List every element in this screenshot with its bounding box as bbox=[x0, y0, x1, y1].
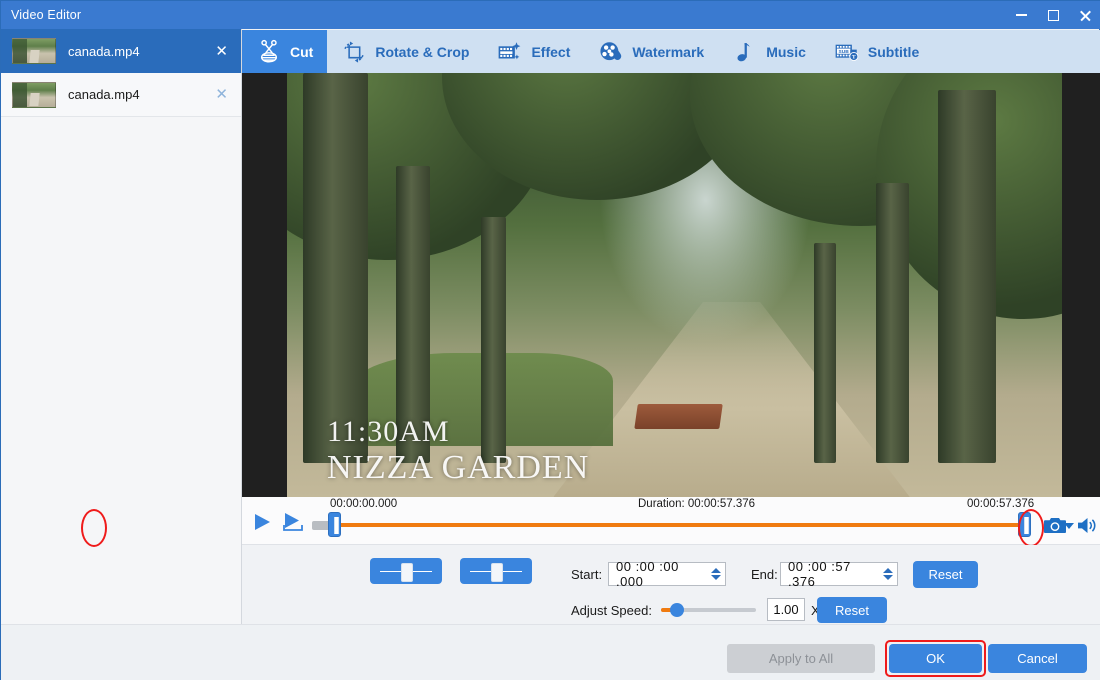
video-text-overlay: 11:30AM NIZZA GARDEN bbox=[327, 415, 589, 487]
play-button[interactable] bbox=[252, 512, 272, 537]
editor-tab-bar: Cut Rotate & Crop bbox=[242, 30, 1100, 73]
timeline-selected-range bbox=[334, 523, 1028, 527]
stepper-down-icon[interactable] bbox=[883, 575, 893, 580]
tab-music[interactable]: Music bbox=[718, 30, 820, 73]
video-editor-window: Video Editor canada.mp4 ✕ canada.mp4 ✕ bbox=[0, 0, 1100, 680]
reset-speed-button[interactable]: Reset bbox=[817, 597, 887, 623]
overlay-line-2: NIZZA GARDEN bbox=[327, 449, 589, 487]
camera-icon bbox=[1044, 516, 1066, 535]
timeline-track[interactable] bbox=[312, 519, 1028, 531]
play-selection-button[interactable] bbox=[282, 512, 304, 537]
play-selection-icon bbox=[282, 512, 304, 532]
maximize-button[interactable] bbox=[1037, 1, 1069, 29]
trim-start-glyph-icon bbox=[406, 565, 407, 578]
subtitle-icon: SUB T bbox=[834, 39, 860, 65]
scissors-icon bbox=[256, 39, 282, 65]
tab-label: Watermark bbox=[632, 44, 704, 60]
tab-effect[interactable]: Effect bbox=[483, 30, 584, 73]
maximize-icon bbox=[1048, 10, 1059, 21]
start-time-value: 00 :00 :00 .000 bbox=[616, 559, 705, 589]
scene-bench bbox=[634, 404, 723, 429]
speed-slider[interactable] bbox=[661, 608, 756, 612]
end-time-label: End: bbox=[751, 567, 778, 582]
remove-file-icon[interactable]: ✕ bbox=[210, 42, 233, 61]
volume-button[interactable] bbox=[1077, 516, 1097, 540]
minimize-button[interactable] bbox=[1005, 1, 1037, 29]
video-frame: 11:30AM NIZZA GARDEN bbox=[287, 73, 1062, 497]
apply-to-all-button[interactable]: Apply to All bbox=[727, 644, 875, 673]
tab-rotate-crop[interactable]: Rotate & Crop bbox=[327, 30, 483, 73]
trim-end-handle[interactable] bbox=[1018, 512, 1031, 537]
tab-watermark[interactable]: Watermark bbox=[584, 30, 718, 73]
file-name-label: canada.mp4 bbox=[68, 87, 210, 102]
close-icon bbox=[1079, 9, 1092, 22]
cancel-button[interactable]: Cancel bbox=[988, 644, 1087, 673]
play-icon bbox=[252, 512, 272, 532]
music-note-icon bbox=[732, 39, 758, 65]
trim-end-glyph-icon bbox=[496, 565, 497, 578]
start-time-input[interactable]: 00 :00 :00 .000 bbox=[608, 562, 726, 586]
file-list-sidebar: canada.mp4 ✕ canada.mp4 ✕ bbox=[1, 29, 242, 624]
tab-label: Subtitle bbox=[868, 44, 919, 60]
video-preview-panel[interactable]: 11:30AM NIZZA GARDEN bbox=[242, 73, 1100, 497]
file-list-item-1[interactable]: canada.mp4 ✕ bbox=[1, 73, 241, 117]
overlay-line-1: 11:30AM bbox=[327, 415, 589, 449]
scene-trunk bbox=[814, 243, 836, 463]
end-time-value: 00 :00 :57 .376 bbox=[788, 559, 877, 589]
window-controls bbox=[1005, 1, 1100, 29]
tab-cut[interactable]: Cut bbox=[242, 30, 327, 73]
tab-subtitle[interactable]: SUB T Subtitle bbox=[820, 30, 933, 73]
timeline-end-label: 00:00:57.376 bbox=[967, 498, 1034, 510]
end-time-stepper[interactable] bbox=[883, 565, 893, 583]
volume-icon bbox=[1077, 516, 1097, 535]
timeline-labels: 00:00:00.000 Duration: 00:00:57.376 00:0… bbox=[242, 498, 1100, 514]
tab-label: Cut bbox=[290, 44, 313, 60]
svg-text:SUB: SUB bbox=[838, 48, 849, 54]
snapshot-menu-chevron-down-icon[interactable] bbox=[1064, 523, 1074, 529]
set-end-point-button[interactable] bbox=[460, 558, 532, 584]
stepper-up-icon[interactable] bbox=[883, 568, 893, 573]
stepper-up-icon[interactable] bbox=[711, 568, 721, 573]
window-title: Video Editor bbox=[1, 8, 81, 22]
set-start-point-button[interactable] bbox=[370, 558, 442, 584]
reset-time-button[interactable]: Reset bbox=[913, 561, 978, 588]
start-time-label: Start: bbox=[571, 567, 602, 582]
close-button[interactable] bbox=[1069, 1, 1100, 29]
trim-start-handle[interactable] bbox=[328, 512, 341, 537]
minimize-icon bbox=[1016, 14, 1027, 16]
tab-label: Music bbox=[766, 44, 806, 60]
end-time-input[interactable]: 00 :00 :57 .376 bbox=[780, 562, 898, 586]
stepper-down-icon[interactable] bbox=[711, 575, 721, 580]
film-sparkle-icon bbox=[497, 39, 523, 65]
video-thumbnail-icon bbox=[12, 82, 56, 108]
scene-trunk bbox=[938, 90, 996, 463]
speed-value: 1.00 bbox=[773, 602, 798, 617]
timeline-start-label: 00:00:00.000 bbox=[330, 498, 397, 510]
tab-label: Rotate & Crop bbox=[375, 44, 469, 60]
adjust-speed-label: Adjust Speed: bbox=[571, 603, 652, 618]
title-bar: Video Editor bbox=[1, 1, 1100, 29]
video-thumbnail-icon bbox=[12, 38, 56, 64]
svg-text:T: T bbox=[852, 54, 856, 60]
ok-button[interactable]: OK bbox=[889, 644, 982, 673]
start-time-stepper[interactable] bbox=[711, 565, 721, 583]
remove-file-icon[interactable]: ✕ bbox=[210, 85, 233, 104]
tab-label: Effect bbox=[531, 44, 570, 60]
file-list-item-0[interactable]: canada.mp4 ✕ bbox=[1, 29, 241, 73]
speed-value-input[interactable]: 1.00 bbox=[767, 598, 805, 621]
speed-slider-knob[interactable] bbox=[670, 603, 684, 617]
snapshot-button[interactable] bbox=[1044, 516, 1066, 540]
timeline-duration-label: Duration: 00:00:57.376 bbox=[638, 498, 755, 510]
file-name-label: canada.mp4 bbox=[68, 44, 210, 59]
timeline-strip: 00:00:00.000 Duration: 00:00:57.376 00:0… bbox=[242, 497, 1100, 545]
scene-trunk bbox=[303, 73, 369, 463]
watermark-icon bbox=[598, 39, 624, 65]
scene-trunk bbox=[876, 183, 909, 463]
crop-rotate-icon bbox=[341, 39, 367, 65]
